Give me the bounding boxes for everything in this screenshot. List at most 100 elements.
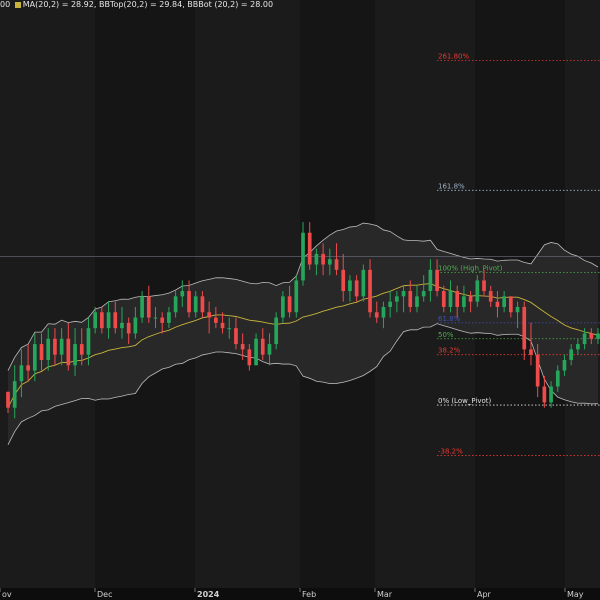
x-tick-label: Mar: [377, 590, 393, 599]
candle-body: [19, 365, 24, 382]
candle-body: [73, 344, 77, 366]
fib-label: 100% (High_Pivot): [438, 264, 503, 272]
x-tick-label: May: [567, 590, 584, 599]
candle-body: [361, 269, 366, 297]
candle-body: [314, 253, 319, 265]
candle-body: [482, 280, 486, 292]
fib-label: 161.8%: [438, 182, 465, 190]
legend-ma: MA(20,2) = 28.92: [22, 0, 94, 9]
candle-body: [287, 296, 292, 313]
fib-label: 38.2%: [438, 347, 461, 355]
candle-body: [569, 349, 574, 360]
candle-body: [120, 322, 124, 329]
candle-body: [535, 354, 540, 387]
candle-body: [448, 291, 453, 307]
candle-body: [173, 296, 178, 313]
candle-body: [167, 312, 171, 323]
candle-body: [348, 280, 352, 292]
candle-body: [334, 259, 339, 270]
fib-label: 261.80%: [438, 52, 469, 60]
legend-bbtop: BBTop(20,2) = 29.84: [98, 0, 183, 9]
candle-body: [193, 296, 198, 313]
candle-body: [267, 344, 272, 355]
candle-body: [307, 232, 312, 265]
candle-body: [435, 269, 439, 292]
candle-body: [274, 317, 279, 345]
candle-body: [301, 232, 305, 281]
candle-body: [354, 280, 359, 297]
candle-body: [555, 370, 560, 387]
candle-body: [341, 269, 346, 292]
candle-body: [508, 296, 513, 313]
candle-body: [562, 359, 567, 371]
candle-body: [294, 280, 299, 313]
candle-body: [106, 312, 111, 329]
candle-body: [66, 338, 71, 366]
candle-body: [421, 291, 426, 297]
candle-body: [488, 291, 493, 302]
x-tick-label: Apr: [477, 590, 492, 599]
fib-label: 0% (Low_Pivot): [438, 397, 492, 405]
candle-body: [395, 296, 399, 302]
candle-body: [576, 344, 580, 350]
candle-body: [374, 312, 379, 318]
candle-body: [227, 328, 232, 330]
month-band: [0, 0, 95, 588]
candle-body: [388, 301, 393, 307]
x-tick-label: Feb: [302, 590, 316, 599]
candle-body: [113, 312, 118, 329]
candle-body: [515, 306, 520, 313]
legend-bbbot: BBBot (20,2) = 28.00: [187, 0, 274, 9]
candle-body: [327, 259, 332, 265]
candle-body: [234, 328, 238, 345]
candle-body: [415, 296, 419, 307]
candle-body: [153, 317, 158, 319]
candle-body: [462, 296, 466, 307]
legend-ma-swatch: [14, 1, 21, 8]
candle-body: [281, 296, 285, 318]
candle-body: [187, 291, 191, 313]
fib-label: 50%: [438, 331, 454, 339]
candle-body: [213, 317, 218, 323]
candle-body: [79, 344, 84, 355]
fib-label: -38.2%: [438, 447, 463, 455]
candle-body: [408, 291, 413, 307]
candle-body: [39, 344, 44, 360]
candle-body: [140, 296, 144, 318]
candle-body: [46, 338, 51, 360]
price-chart: 261.80%161.8%100% (High_Pivot)61.8%50%38…: [0, 0, 600, 600]
candle-body: [542, 386, 547, 403]
candle-body: [146, 296, 151, 318]
candle-body: [126, 322, 131, 334]
candle-body: [529, 349, 533, 355]
candle-body: [247, 349, 252, 366]
candle-body: [381, 306, 386, 318]
x-tick-label: 2024: [197, 590, 220, 599]
candle-body: [549, 386, 553, 403]
x-tick-label: ov: [2, 590, 12, 599]
candle-body: [368, 269, 372, 313]
candle-body: [26, 365, 30, 371]
candle-body: [260, 338, 265, 355]
candle-body: [582, 333, 587, 345]
candle-body: [86, 328, 91, 355]
candle-body: [495, 301, 500, 307]
candle-body: [596, 333, 600, 339]
candle-body: [12, 381, 17, 408]
candle-body: [455, 291, 460, 307]
candle-body: [468, 296, 473, 302]
x-tick-label: Dec: [97, 590, 112, 599]
candle-body: [428, 269, 433, 292]
candle-body: [6, 391, 10, 408]
candle-body: [133, 317, 138, 334]
candle-body: [59, 338, 64, 355]
candle-body: [160, 317, 165, 323]
candle-body: [207, 312, 211, 318]
candle-body: [240, 344, 245, 350]
candle-body: [502, 296, 506, 307]
candle-body: [401, 291, 406, 297]
candle-body: [254, 338, 258, 366]
candle-body: [220, 322, 225, 329]
candle-body: [93, 312, 98, 329]
candle-body: [475, 280, 480, 302]
